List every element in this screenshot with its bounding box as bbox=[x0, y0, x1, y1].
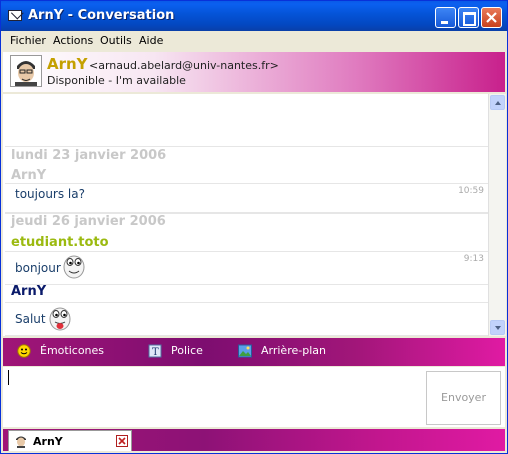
date-label: jeudi 26 janvier 2006 bbox=[11, 214, 166, 229]
send-button[interactable]: Envoyer bbox=[426, 371, 501, 425]
message-row: Salut bbox=[5, 302, 488, 336]
menu-actions[interactable]: Actions bbox=[53, 34, 93, 47]
conversation-scrollbar[interactable] bbox=[488, 94, 506, 336]
formatting-toolbar: Émoticones T Police Arrière-plan bbox=[3, 338, 505, 366]
background-image-icon[interactable] bbox=[238, 344, 252, 358]
tab-arny[interactable]: ArnY bbox=[8, 430, 132, 451]
font-icon[interactable]: T bbox=[148, 344, 162, 358]
sender-name: etudiant.toto bbox=[11, 235, 109, 250]
maximize-icon bbox=[463, 12, 476, 26]
contact-status: Disponible - I'm available bbox=[47, 74, 186, 87]
message-time: 9:13 bbox=[463, 254, 484, 264]
menu-outils[interactable]: Outils bbox=[100, 34, 132, 47]
close-button[interactable] bbox=[481, 7, 502, 28]
close-icon bbox=[118, 437, 126, 445]
contact-header: ArnY <arnaud.abelard@univ-nantes.fr> Dis… bbox=[3, 52, 505, 92]
conversation-history[interactable]: lundi 23 janvier 2006 ArnY toujours la? … bbox=[3, 94, 488, 336]
minimize-button[interactable] bbox=[435, 7, 456, 28]
contact-name: ArnY bbox=[47, 55, 88, 73]
menu-fichier[interactable]: Fichier bbox=[10, 34, 46, 47]
conversation-window: ArnY - Conversation Fichier Actions Outi… bbox=[0, 0, 508, 454]
close-icon bbox=[486, 12, 497, 23]
day-block: lundi 23 janvier 2006 ArnY bbox=[5, 146, 488, 183]
minimize-icon bbox=[441, 21, 448, 24]
tongue-emoticon-icon bbox=[49, 307, 71, 331]
message-text: Salut bbox=[15, 312, 46, 326]
message-row: toujours la? 10:59 bbox=[5, 183, 488, 213]
menu-aide[interactable]: Aide bbox=[139, 34, 163, 47]
emoticon-icon bbox=[63, 255, 85, 279]
tab-close-button[interactable] bbox=[116, 435, 128, 447]
svg-text:T: T bbox=[152, 347, 159, 358]
sender-block: ArnY bbox=[5, 283, 488, 301]
avatar-face-icon bbox=[11, 56, 41, 86]
day-block: jeudi 26 janvier 2006 etudiant.toto bbox=[5, 213, 488, 252]
smiley-icon[interactable] bbox=[17, 344, 31, 358]
background-button[interactable]: Arrière-plan bbox=[261, 344, 326, 357]
menu-bar: Fichier Actions Outils Aide bbox=[1, 31, 507, 50]
font-button[interactable]: Police bbox=[171, 344, 203, 357]
maximize-button[interactable] bbox=[458, 7, 479, 28]
title-bar[interactable]: ArnY - Conversation bbox=[1, 1, 507, 31]
sender-name: ArnY bbox=[11, 168, 47, 183]
sender-name: ArnY bbox=[11, 284, 47, 299]
date-label: lundi 23 janvier 2006 bbox=[11, 148, 167, 163]
window-title: ArnY - Conversation bbox=[28, 8, 175, 23]
contact-email: <arnaud.abelard@univ-nantes.fr> bbox=[89, 59, 279, 72]
envelope-icon bbox=[8, 10, 22, 21]
avatar-small-icon bbox=[16, 436, 26, 448]
message-text: bonjour bbox=[15, 261, 61, 275]
message-time: 10:59 bbox=[458, 186, 484, 196]
tab-label: ArnY bbox=[33, 435, 63, 448]
message-text: toujours la? bbox=[15, 187, 85, 201]
scroll-up-button[interactable] bbox=[490, 95, 505, 110]
conversation-tab-bar: ArnY bbox=[3, 429, 505, 451]
avatar[interactable] bbox=[10, 55, 42, 87]
text-caret bbox=[8, 370, 9, 385]
message-row: bonjour 9:13 bbox=[5, 251, 488, 285]
scroll-down-button[interactable] bbox=[490, 320, 505, 335]
emoticons-button[interactable]: Émoticones bbox=[40, 344, 104, 357]
